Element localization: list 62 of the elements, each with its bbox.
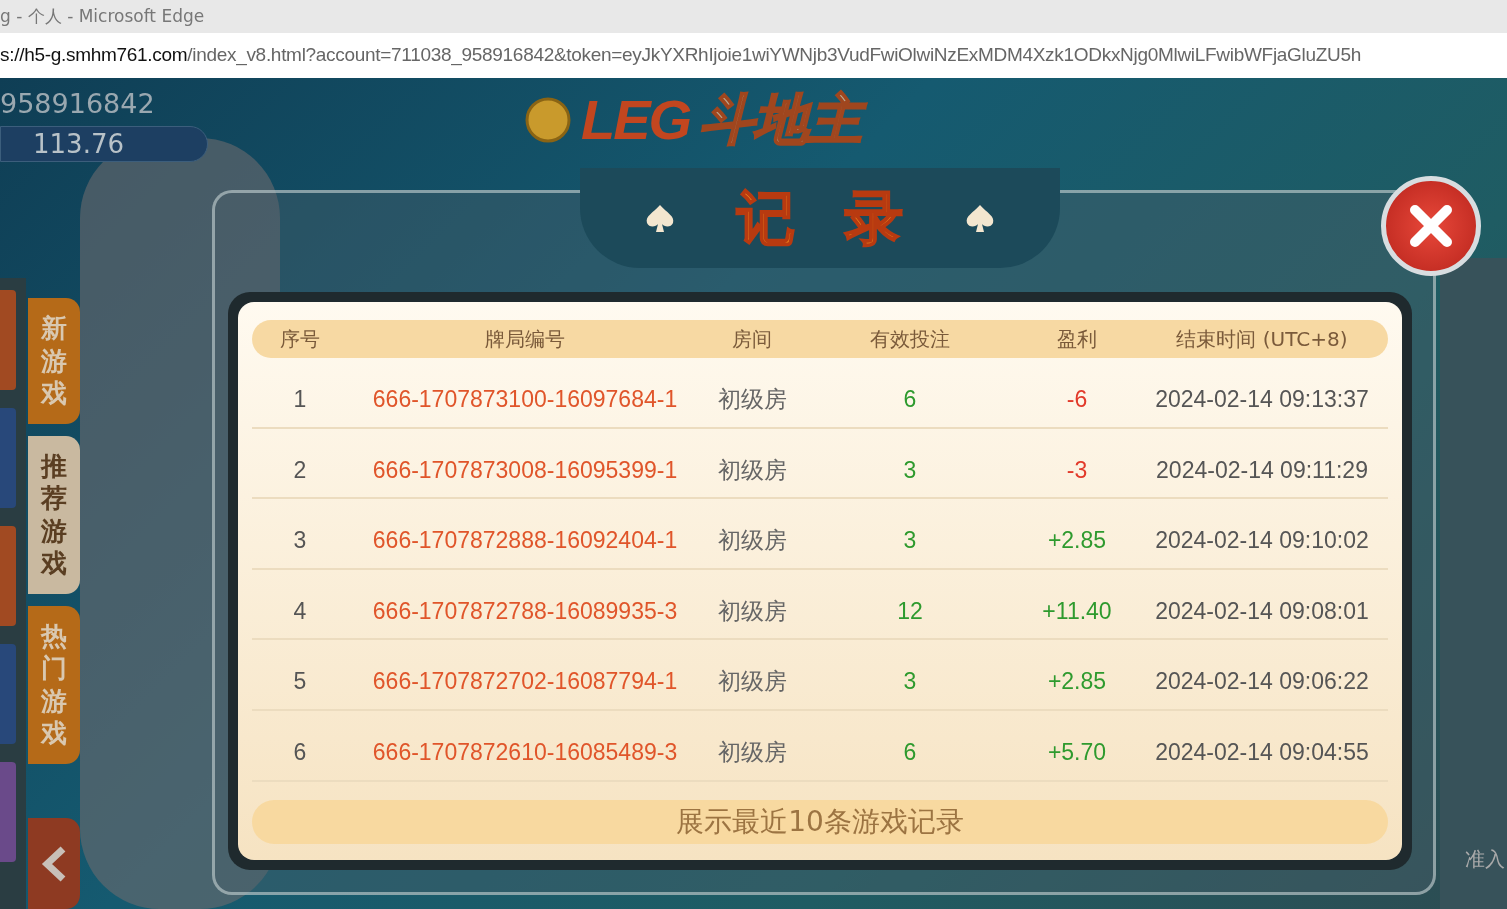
table-cell-text: 3 bbox=[902, 455, 918, 485]
close-icon bbox=[1407, 202, 1455, 250]
category-tab[interactable]: 新游戏 bbox=[28, 298, 80, 424]
game-thumbnail[interactable] bbox=[0, 290, 16, 390]
back-button[interactable] bbox=[28, 818, 80, 909]
table-cell-text: 3 bbox=[902, 526, 918, 556]
column-header: 牌局编号 bbox=[484, 326, 566, 353]
table-cell-text: 666-1707872788-16089935-3 bbox=[371, 596, 679, 626]
table-cell-text: 666-1707873100-16097684-1 bbox=[371, 385, 679, 415]
table-cell-text: 2024-02-14 09:10:02 bbox=[1154, 526, 1370, 556]
table-cell-text: +2.85 bbox=[1046, 667, 1108, 697]
category-tab[interactable]: 热门游戏 bbox=[28, 605, 80, 764]
table-cell-text: 2024-02-14 09:06:22 bbox=[1154, 667, 1370, 697]
dialog-title: 记 bbox=[737, 189, 795, 247]
background-label: 准入 bbox=[1465, 846, 1505, 873]
account-id: 958916842 bbox=[0, 87, 156, 121]
table-cell-text: 初级房 bbox=[716, 526, 788, 556]
column-header: 盈利 bbox=[1056, 326, 1098, 353]
window-title: g - 个人 - Microsoft Edge bbox=[0, 4, 205, 28]
table-cell-text: 初级房 bbox=[716, 596, 788, 626]
table-cell-text: 2024-02-14 09:08:01 bbox=[1154, 596, 1370, 626]
table-cell-text: 12 bbox=[896, 596, 924, 626]
column-header: 有效投注 bbox=[869, 326, 951, 353]
column-header: 结束时间 (UTC+8) bbox=[1175, 326, 1349, 353]
table-cell-text: +5.70 bbox=[1046, 738, 1108, 767]
table-cell-text: 666-1707872702-16087794-1 bbox=[371, 667, 679, 697]
table-cell-text: 3 bbox=[292, 526, 308, 556]
table-cell-text: -6 bbox=[1065, 385, 1089, 415]
table-cell-text: 666-1707872610-16085489-3 bbox=[371, 738, 679, 767]
category-tab[interactable]: 推荐游戏 bbox=[28, 435, 80, 594]
table-cell-text: 666-1707873008-16095399-1 bbox=[371, 455, 679, 485]
table-cell-text: 初级房 bbox=[716, 455, 788, 485]
dialog-title: 录 bbox=[845, 189, 903, 247]
table-cell-text: 初级房 bbox=[716, 738, 788, 767]
table-cell-text: 6 bbox=[902, 385, 918, 415]
table-cell-text: 初级房 bbox=[716, 385, 788, 415]
column-header: 房间 bbox=[731, 326, 773, 353]
table-cell-text: 3 bbox=[902, 667, 918, 697]
game-thumbnail[interactable] bbox=[0, 408, 16, 508]
footer-note: 展示最近10条游戏记录 bbox=[252, 799, 1388, 844]
balance-display: 113.76 bbox=[0, 126, 208, 162]
table-cell-text: 666-1707872888-16092404-1 bbox=[371, 526, 679, 556]
table-cell-text: 5 bbox=[292, 667, 308, 697]
table-cell-text: +2.85 bbox=[1046, 526, 1108, 556]
table-cell-text: 6 bbox=[292, 738, 308, 767]
table-cell-text: 2024-02-14 09:13:37 bbox=[1154, 385, 1370, 415]
table-cell-text: 6 bbox=[902, 738, 918, 767]
table-cell-text: 1 bbox=[292, 385, 308, 415]
game-thumbnail[interactable] bbox=[0, 526, 16, 626]
table-cell-text: 2024-02-14 09:04:55 bbox=[1154, 738, 1370, 767]
game-thumbnail[interactable] bbox=[0, 762, 16, 862]
game-thumbnail[interactable] bbox=[0, 644, 16, 744]
table-cell-text: +11.40 bbox=[1041, 596, 1113, 626]
table-cell-text: -3 bbox=[1065, 455, 1089, 485]
table-cell-text: 4 bbox=[292, 596, 308, 626]
column-header: 序号 bbox=[279, 326, 321, 353]
coin-icon bbox=[525, 97, 571, 143]
table-cell-text: 2024-02-14 09:11:29 bbox=[1155, 455, 1369, 485]
table-cell-text: 2 bbox=[292, 455, 308, 485]
chevron-left-icon bbox=[41, 844, 67, 883]
logo-brand: LEG bbox=[581, 92, 691, 148]
table-cell-text: 初级房 bbox=[716, 667, 788, 697]
